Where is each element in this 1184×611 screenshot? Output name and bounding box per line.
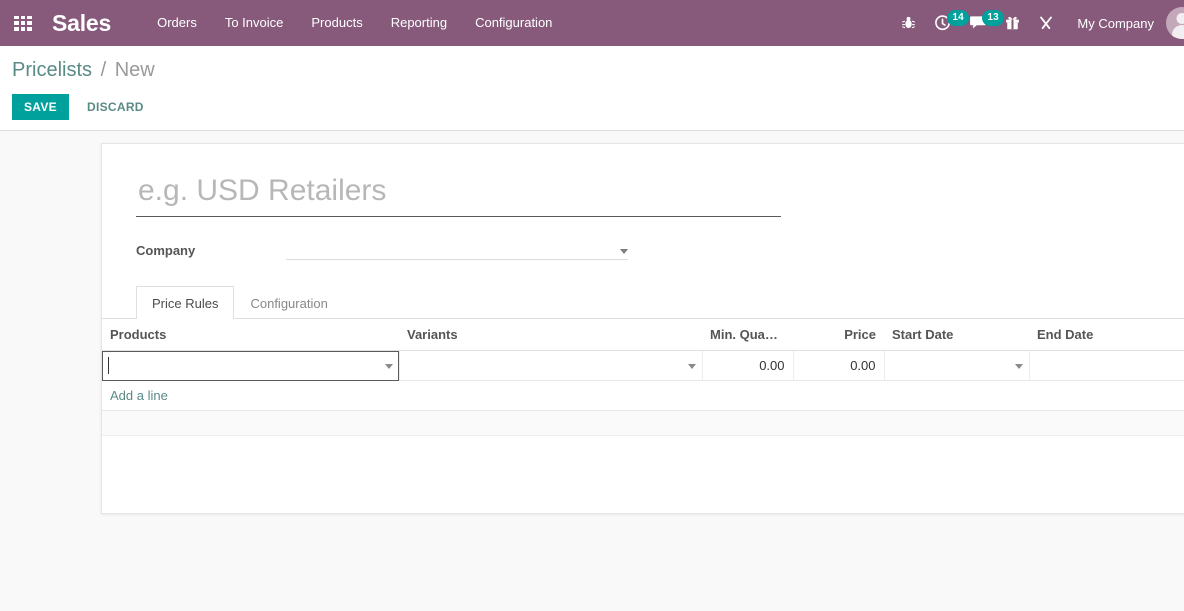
avatar-head-shape — [1177, 13, 1184, 24]
cell-end-date[interactable] — [1029, 351, 1184, 381]
cell-variants[interactable] — [399, 351, 702, 381]
activity-clock-icon[interactable]: 14 — [925, 0, 960, 46]
add-line-row: Add a line — [102, 381, 1184, 411]
menu-item-products[interactable]: Products — [297, 0, 376, 46]
table-row[interactable]: 0.00 0.00 — [102, 351, 1184, 381]
notebook-tabs: Price Rules Configuration — [102, 286, 1184, 319]
gift-icon[interactable] — [996, 0, 1029, 46]
tab-configuration[interactable]: Configuration — [234, 286, 343, 319]
end-date-input[interactable] — [1036, 358, 1184, 373]
column-header-variants[interactable]: Variants — [399, 319, 702, 351]
pricelist-name-input[interactable] — [136, 174, 781, 217]
main-menu: Orders To Invoice Products Reporting Con… — [143, 0, 566, 46]
cell-start-date[interactable] — [884, 351, 1029, 381]
apps-grid-icon — [14, 16, 32, 31]
form-view-container: Company Price Rules Configuration — [0, 131, 1184, 611]
price-value: 0.00 — [794, 352, 884, 379]
breadcrumb-item-pricelists[interactable]: Pricelists — [12, 59, 92, 81]
company-field-control — [286, 241, 628, 260]
breadcrumb-separator: / — [98, 59, 110, 81]
control-panel: Pricelists / New SAVE DISCARD — [0, 46, 1184, 131]
menu-item-to-invoice[interactable]: To Invoice — [211, 0, 298, 46]
avatar-body-shape — [1172, 25, 1184, 39]
column-header-end-date[interactable]: End Date — [1029, 319, 1184, 351]
tab-price-rules[interactable]: Price Rules — [136, 286, 234, 319]
menu-item-reporting[interactable]: Reporting — [377, 0, 461, 46]
add-a-line-button[interactable]: Add a line — [102, 383, 168, 409]
form-sheet: Company Price Rules Configuration — [101, 143, 1184, 514]
variants-input[interactable] — [406, 358, 696, 373]
notebook: Price Rules Configuration Products Varia… — [102, 286, 1184, 436]
table-header: Products Variants Min. Quant... Price St… — [102, 319, 1184, 351]
cell-min-quantity[interactable]: 0.00 — [702, 351, 793, 381]
messages-icon[interactable]: 13 — [960, 0, 996, 46]
min-quantity-value: 0.00 — [703, 352, 793, 379]
app-brand-title[interactable]: Sales — [46, 10, 121, 37]
column-header-price[interactable]: Price — [793, 319, 884, 351]
apps-menu-button[interactable] — [0, 0, 46, 46]
company-switcher[interactable]: My Company — [1063, 16, 1166, 31]
menu-item-configuration[interactable]: Configuration — [461, 0, 566, 46]
start-date-input[interactable] — [891, 358, 1023, 373]
breadcrumb-item-current: New — [115, 59, 155, 81]
company-input[interactable] — [286, 241, 628, 260]
company-field-row: Company — [102, 217, 1184, 260]
company-field-label: Company — [136, 243, 286, 258]
products-input[interactable] — [108, 358, 393, 373]
price-rules-table: Products Variants Min. Quant... Price St… — [102, 319, 1184, 411]
tools-icon[interactable] — [1029, 0, 1063, 46]
table-header-row: Products Variants Min. Quant... Price St… — [102, 319, 1184, 351]
menu-item-orders[interactable]: Orders — [143, 0, 211, 46]
table-body: 0.00 0.00 — [102, 351, 1184, 411]
cell-price[interactable]: 0.00 — [793, 351, 884, 381]
control-panel-buttons: SAVE DISCARD — [0, 82, 1184, 120]
save-button[interactable]: SAVE — [12, 94, 69, 120]
breadcrumb: Pricelists / New — [0, 46, 1184, 82]
column-header-products[interactable]: Products — [102, 319, 399, 351]
discard-button[interactable]: DISCARD — [87, 100, 144, 114]
column-header-start-date[interactable]: Start Date — [884, 319, 1029, 351]
list-footer-band — [102, 411, 1184, 436]
cell-products[interactable] — [102, 351, 399, 381]
systray: 14 13 My Company — [892, 0, 1184, 46]
top-navbar: Sales Orders To Invoice Products Reporti… — [0, 0, 1184, 46]
column-header-min-quantity[interactable]: Min. Quant... — [702, 319, 793, 351]
record-title-row — [102, 160, 1184, 217]
debug-bug-icon[interactable] — [892, 0, 925, 46]
user-avatar[interactable] — [1166, 7, 1184, 39]
add-line-cell: Add a line — [102, 381, 1184, 411]
